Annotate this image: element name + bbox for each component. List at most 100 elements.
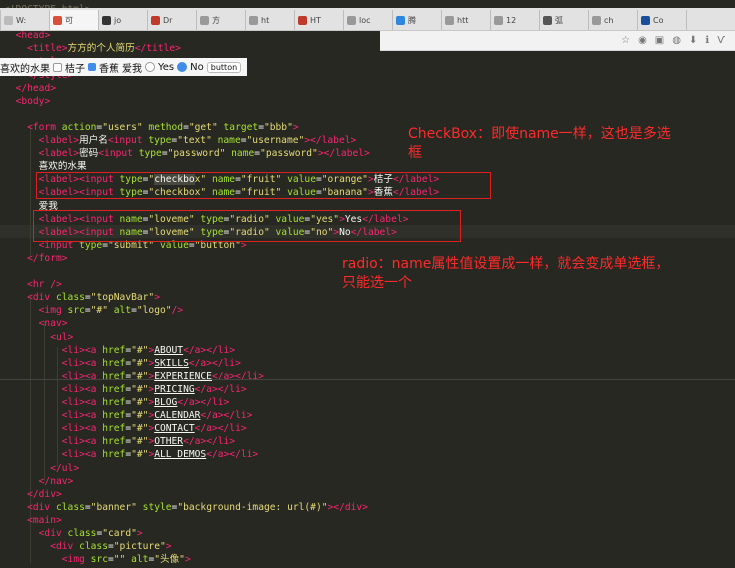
code-token: <li> bbox=[61, 397, 85, 408]
code-line: <li><a href="#">EXPERIENCE</a></li> bbox=[4, 370, 264, 383]
no-label: No bbox=[190, 61, 204, 73]
code-token: 喜欢的水果 bbox=[4, 161, 87, 173]
browser-tab[interactable]: 腾 bbox=[392, 10, 441, 30]
tab-favicon-icon bbox=[347, 15, 356, 25]
browser-tab[interactable]: 方 bbox=[196, 10, 245, 30]
browser-tab[interactable]: 可 bbox=[49, 10, 98, 30]
code-token: method bbox=[142, 121, 184, 133]
code-line: <img src="#" alt="logo"/> bbox=[4, 304, 183, 317]
code-token: <label> bbox=[38, 148, 80, 160]
browser-tab[interactable]: ht bbox=[245, 10, 294, 30]
browser-tab[interactable]: ch bbox=[588, 10, 637, 30]
code-token: name bbox=[211, 135, 241, 146]
code-token: </a> bbox=[177, 397, 201, 408]
code-token: href bbox=[102, 397, 126, 408]
code-line: </form> bbox=[4, 252, 67, 265]
checkbox-annotation: CheckBox：即使name一样，这也是多选 框 bbox=[408, 125, 728, 163]
code-token: "password" bbox=[260, 148, 318, 160]
code-token: action bbox=[61, 121, 97, 133]
browser-tab[interactable]: 弧 bbox=[539, 10, 588, 30]
code-token: > bbox=[136, 528, 143, 539]
info-icon[interactable]: ℹ bbox=[705, 35, 709, 46]
code-token: <div bbox=[27, 292, 56, 304]
code-token: ABOUT bbox=[154, 344, 184, 356]
browser-tab[interactable]: P bbox=[686, 10, 700, 30]
code-token: class bbox=[56, 501, 85, 513]
code-token: <body> bbox=[15, 95, 51, 107]
code-token: <div bbox=[50, 541, 80, 553]
tab-label: 腾 bbox=[408, 15, 416, 25]
tab-favicon-icon bbox=[690, 15, 699, 25]
code-token: "topNavBar" bbox=[90, 292, 155, 304]
code-token: "#" bbox=[131, 370, 149, 382]
code-line: <head> bbox=[4, 29, 51, 42]
code-line: <label>密码<input type="password" name="pa… bbox=[4, 147, 370, 160]
yes-radio[interactable] bbox=[145, 62, 155, 72]
orange-checkbox[interactable] bbox=[53, 62, 62, 72]
checkbox-highlight-box bbox=[36, 172, 491, 199]
tab-label: htt bbox=[457, 15, 469, 25]
code-token: 用户名 bbox=[79, 135, 108, 146]
no-radio[interactable] bbox=[177, 62, 188, 72]
code-line: <li><a href="#">SKILLS</a></li> bbox=[4, 357, 241, 370]
code-token: <a bbox=[84, 449, 103, 461]
pocket-icon[interactable]: ◍ bbox=[672, 35, 681, 46]
extension-icon[interactable]: ◉ bbox=[638, 35, 647, 46]
checkbox-note-line2: 框 bbox=[408, 145, 422, 161]
code-token: <li> bbox=[61, 423, 85, 435]
browser-tab[interactable]: Co bbox=[637, 10, 686, 30]
code-token: href bbox=[102, 449, 126, 461]
extension-icon[interactable]: ▣ bbox=[655, 35, 664, 46]
orange-label: 桔子 bbox=[65, 63, 85, 75]
horizontal-rule-artifact bbox=[0, 379, 735, 380]
code-token: <title> bbox=[27, 43, 68, 55]
code-token: "picture" bbox=[113, 541, 166, 553]
code-token: </a> bbox=[194, 423, 218, 435]
submit-button[interactable]: button bbox=[206, 61, 242, 73]
code-line: </div> bbox=[4, 488, 62, 501]
tab-favicon-icon bbox=[298, 15, 307, 25]
code-token: </li> bbox=[217, 383, 247, 395]
code-token: CALENDAR bbox=[154, 410, 201, 422]
code-token: style bbox=[136, 501, 172, 513]
banana-label: 香蕉 bbox=[99, 63, 119, 75]
browser-tab[interactable]: Dr bbox=[147, 10, 196, 30]
code-token: <li> bbox=[61, 370, 85, 382]
browser-tab[interactable]: htt bbox=[441, 10, 490, 30]
code-line: <body> bbox=[4, 95, 51, 108]
code-token: class bbox=[67, 528, 97, 539]
vue-devtools-icon[interactable]: Ѵ bbox=[717, 35, 725, 46]
loveme-prompt: 爱我 bbox=[122, 63, 142, 75]
browser-tab[interactable]: jo bbox=[98, 10, 147, 30]
code-token: alt bbox=[125, 554, 149, 566]
code-token: <img bbox=[61, 554, 91, 566]
code-token: </a> bbox=[183, 344, 207, 356]
code-token: <a bbox=[84, 423, 103, 435]
code-token: href bbox=[102, 370, 126, 382]
download-icon[interactable]: ⬇ bbox=[689, 35, 697, 46]
browser-tab[interactable]: 12 bbox=[490, 10, 539, 30]
fruit-prompt: 喜欢的水果 bbox=[0, 63, 50, 75]
browser-tab[interactable]: HT bbox=[294, 10, 343, 30]
browser-tab[interactable]: loc bbox=[343, 10, 392, 30]
browser-tab[interactable]: W: bbox=[0, 10, 49, 30]
tab-favicon-icon bbox=[396, 15, 405, 25]
tab-label: ht bbox=[261, 15, 270, 25]
tab-favicon-icon bbox=[249, 15, 258, 25]
bookmark-star-icon[interactable]: ☆ bbox=[621, 35, 630, 46]
code-line: <title>方方的个人简历</title> bbox=[4, 42, 181, 55]
code-line: <div class="topNavBar"> bbox=[4, 291, 160, 304]
tab-favicon-icon bbox=[445, 15, 454, 25]
code-token: <div bbox=[27, 501, 56, 513]
banana-checkbox[interactable] bbox=[88, 63, 96, 71]
